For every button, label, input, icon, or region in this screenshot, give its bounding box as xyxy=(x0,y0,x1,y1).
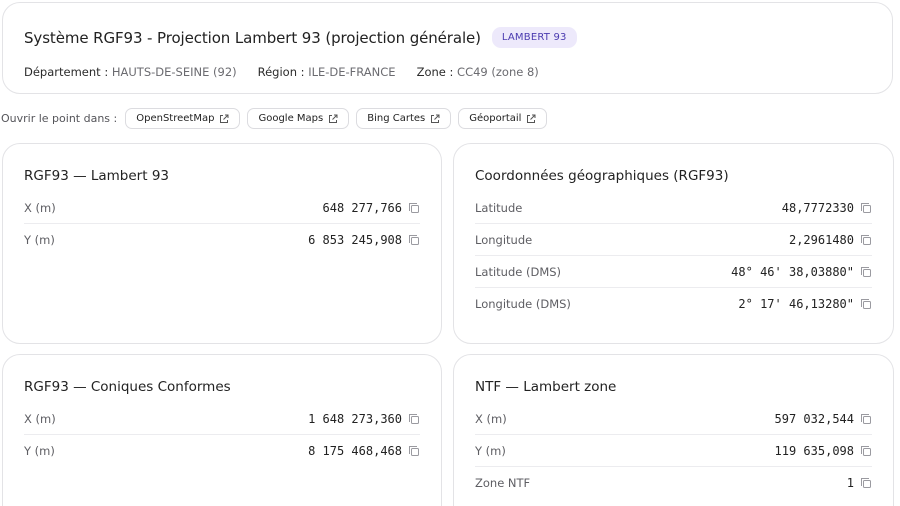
copy-icon[interactable] xyxy=(860,298,872,310)
openstreetmap-link[interactable]: OpenStreetMap xyxy=(125,108,241,129)
coordinate-value: 2° 17' 46,13280" xyxy=(738,297,854,311)
copy-icon[interactable] xyxy=(860,202,872,214)
projection-badge: LAMBERT 93 xyxy=(491,27,577,48)
coordinate-value: 48° 46' 38,03880" xyxy=(731,264,854,279)
coordinate-value: 1 648 273,360 xyxy=(308,411,402,426)
coordinate-list: Latitude 48,7772330 Longitude 2,2961480 … xyxy=(475,192,872,320)
copy-icon[interactable] xyxy=(860,477,872,489)
external-link-icon xyxy=(527,114,536,123)
open-point-in-row: Ouvrir le point dans : OpenStreetMap Goo… xyxy=(1,108,554,129)
projection-header-card: Système RGF93 - Projection Lambert 93 (p… xyxy=(2,2,893,94)
coordinate-row: Zone NTF 1 xyxy=(475,467,872,499)
region-meta: Région : ILE-DE-FRANCE xyxy=(257,65,396,79)
geographic-coordinates-card: Coordonnées géographiques (RGF93) Latitu… xyxy=(453,143,894,344)
coordinate-value: 8 175 468,468 xyxy=(308,444,402,458)
coordinate-value: 597 032,544 xyxy=(774,411,854,426)
coordinate-value: 6 853 245,908 xyxy=(308,233,402,247)
google-maps-link[interactable]: Google Maps xyxy=(247,108,350,129)
coordinate-row: Longitude 2,2961480 xyxy=(475,224,872,256)
external-link-icon xyxy=(329,114,338,123)
coordinate-row: X (m) 1 648 273,360 xyxy=(24,403,420,435)
open-point-label: Ouvrir le point dans : xyxy=(1,112,118,125)
location-meta: Département : HAUTS-DE-SEINE (92) Région… xyxy=(24,65,560,79)
card-title: NTF — Lambert zone xyxy=(475,379,617,395)
coordinate-row: Y (m) 119 635,098 xyxy=(475,435,872,467)
copy-icon[interactable] xyxy=(860,266,872,278)
coordinate-value: 119 635,098 xyxy=(774,443,854,458)
bing-cartes-link[interactable]: Bing Cartes xyxy=(356,108,452,129)
zone-meta: Zone : CC49 (zone 8) xyxy=(416,65,539,79)
copy-icon[interactable] xyxy=(860,445,872,457)
copy-icon[interactable] xyxy=(860,413,872,425)
copy-icon[interactable] xyxy=(408,202,420,214)
coordinate-row: X (m) 648 277,766 xyxy=(24,192,420,224)
copy-icon[interactable] xyxy=(408,413,420,425)
external-link-icon xyxy=(431,114,440,123)
coordinate-row: Y (m) 6 853 245,908 xyxy=(24,224,420,256)
coordinate-list: X (m) 1 648 273,360 Y (m) 8 175 468,468 xyxy=(24,403,420,467)
coordinate-row: Longitude (DMS) 2° 17' 46,13280" xyxy=(475,288,872,320)
coordinate-row: Latitude (DMS) 48° 46' 38,03880" xyxy=(475,256,872,288)
coordinate-value: 2,2961480 xyxy=(788,232,854,247)
coordinate-list: X (m) 648 277,766 Y (m) 6 853 245,908 xyxy=(24,192,420,256)
card-title: RGF93 — Coniques Conformes xyxy=(24,379,231,395)
copy-icon[interactable] xyxy=(408,445,420,457)
page-title: Système RGF93 - Projection Lambert 93 (p… xyxy=(24,28,481,47)
copy-icon[interactable] xyxy=(860,234,872,246)
coordinate-list: X (m) 597 032,544 Y (m) 119 635,098 Zone… xyxy=(475,403,872,499)
coordinate-value: 48,7772330 xyxy=(781,200,854,215)
coordinate-row: Y (m) 8 175 468,468 xyxy=(24,435,420,467)
ntf-lambert-zone-card: NTF — Lambert zone X (m) 597 032,544 Y (… xyxy=(453,354,894,506)
conic-conformal-card: RGF93 — Coniques Conformes X (m) 1 648 2… xyxy=(2,354,442,506)
departement-meta: Département : HAUTS-DE-SEINE (92) xyxy=(24,65,237,79)
card-title: RGF93 — Lambert 93 xyxy=(24,168,169,184)
coordinate-value: 1 xyxy=(846,476,854,490)
coordinate-row: Latitude 48,7772330 xyxy=(475,192,872,224)
coordinate-value: 648 277,766 xyxy=(322,200,402,215)
card-title: Coordonnées géographiques (RGF93) xyxy=(475,168,729,184)
geoportail-link[interactable]: Géoportail xyxy=(458,108,548,129)
coordinate-row: X (m) 597 032,544 xyxy=(475,403,872,435)
copy-icon[interactable] xyxy=(408,234,420,246)
external-link-icon xyxy=(220,114,229,123)
lambert93-card: RGF93 — Lambert 93 X (m) 648 277,766 Y (… xyxy=(2,143,442,344)
